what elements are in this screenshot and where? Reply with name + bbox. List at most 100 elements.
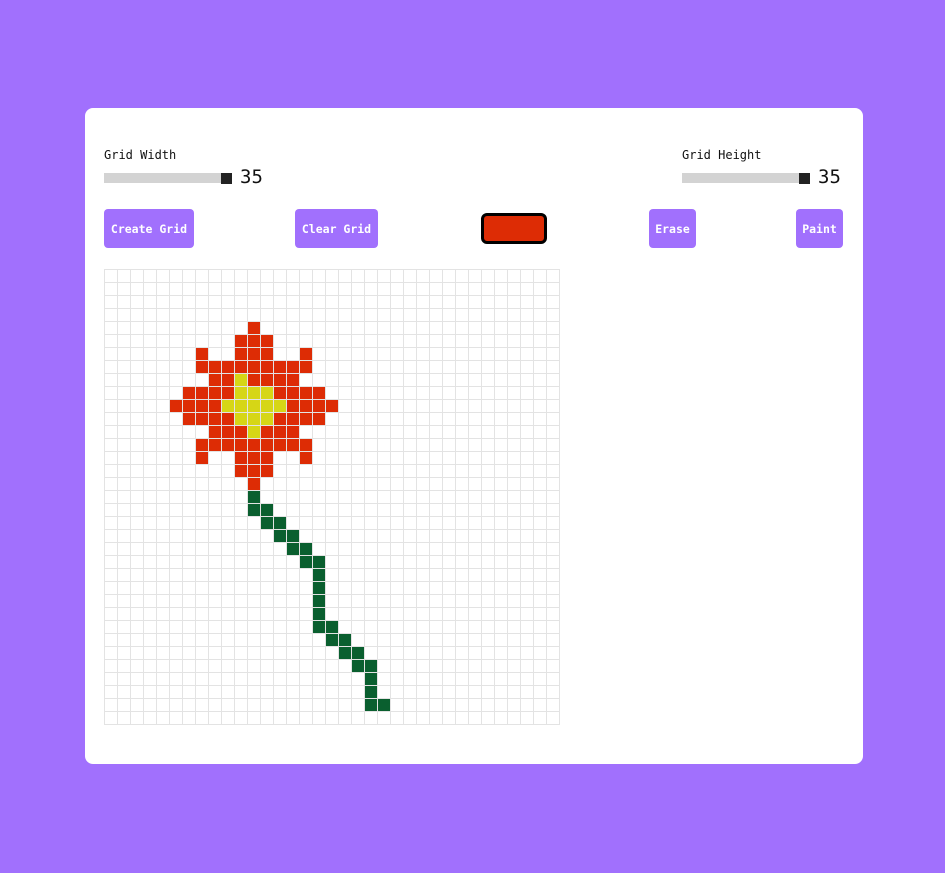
grid-cell[interactable] — [339, 387, 352, 400]
grid-cell[interactable] — [326, 491, 339, 504]
grid-cell[interactable] — [131, 491, 144, 504]
grid-cell[interactable] — [404, 595, 417, 608]
grid-cell[interactable] — [105, 517, 118, 530]
grid-cell[interactable] — [391, 413, 404, 426]
grid-cell[interactable] — [547, 530, 560, 543]
grid-cell[interactable] — [183, 543, 196, 556]
grid-cell[interactable] — [274, 387, 287, 400]
grid-cell[interactable] — [157, 491, 170, 504]
grid-cell[interactable] — [508, 413, 521, 426]
grid-cell[interactable] — [144, 543, 157, 556]
grid-cell[interactable] — [352, 335, 365, 348]
grid-cell[interactable] — [157, 556, 170, 569]
grid-cell[interactable] — [469, 296, 482, 309]
grid-cell[interactable] — [157, 530, 170, 543]
grid-cell[interactable] — [157, 673, 170, 686]
grid-cell[interactable] — [430, 309, 443, 322]
grid-cell[interactable] — [157, 621, 170, 634]
grid-cell[interactable] — [222, 452, 235, 465]
grid-cell[interactable] — [300, 582, 313, 595]
grid-cell[interactable] — [300, 283, 313, 296]
grid-cell[interactable] — [456, 595, 469, 608]
grid-cell[interactable] — [326, 582, 339, 595]
grid-cell[interactable] — [196, 439, 209, 452]
grid-cell[interactable] — [508, 673, 521, 686]
grid-cell[interactable] — [521, 504, 534, 517]
grid-cell[interactable] — [105, 556, 118, 569]
grid-cell[interactable] — [443, 426, 456, 439]
grid-cell[interactable] — [456, 478, 469, 491]
grid-cell[interactable] — [547, 348, 560, 361]
grid-cell[interactable] — [469, 348, 482, 361]
grid-cell[interactable] — [417, 452, 430, 465]
grid-cell[interactable] — [157, 595, 170, 608]
grid-cell[interactable] — [352, 270, 365, 283]
grid-cell[interactable] — [222, 647, 235, 660]
grid-cell[interactable] — [209, 543, 222, 556]
grid-cell[interactable] — [300, 634, 313, 647]
grid-cell[interactable] — [391, 335, 404, 348]
grid-cell[interactable] — [222, 595, 235, 608]
grid-cell[interactable] — [521, 374, 534, 387]
grid-cell[interactable] — [235, 699, 248, 712]
grid-cell[interactable] — [508, 712, 521, 725]
grid-cell[interactable] — [131, 569, 144, 582]
grid-cell[interactable] — [170, 426, 183, 439]
grid-width-slider-thumb[interactable] — [221, 173, 232, 184]
grid-cell[interactable] — [222, 361, 235, 374]
grid-cell[interactable] — [326, 543, 339, 556]
grid-cell[interactable] — [456, 374, 469, 387]
grid-cell[interactable] — [300, 569, 313, 582]
grid-cell[interactable] — [443, 569, 456, 582]
grid-cell[interactable] — [183, 634, 196, 647]
grid-cell[interactable] — [456, 608, 469, 621]
grid-cell[interactable] — [378, 465, 391, 478]
grid-cell[interactable] — [183, 335, 196, 348]
grid-cell[interactable] — [300, 686, 313, 699]
grid-cell[interactable] — [105, 647, 118, 660]
grid-cell[interactable] — [443, 283, 456, 296]
grid-cell[interactable] — [274, 413, 287, 426]
grid-cell[interactable] — [209, 270, 222, 283]
grid-cell[interactable] — [235, 270, 248, 283]
grid-cell[interactable] — [417, 309, 430, 322]
grid-cell[interactable] — [456, 400, 469, 413]
grid-cell[interactable] — [534, 309, 547, 322]
grid-cell[interactable] — [534, 569, 547, 582]
grid-cell[interactable] — [339, 556, 352, 569]
grid-cell[interactable] — [235, 647, 248, 660]
grid-cell[interactable] — [430, 452, 443, 465]
grid-cell[interactable] — [326, 478, 339, 491]
grid-cell[interactable] — [209, 361, 222, 374]
pixel-grid[interactable] — [104, 269, 560, 725]
grid-cell[interactable] — [131, 348, 144, 361]
grid-cell[interactable] — [339, 270, 352, 283]
grid-cell[interactable] — [417, 413, 430, 426]
grid-cell[interactable] — [547, 660, 560, 673]
grid-cell[interactable] — [209, 647, 222, 660]
grid-cell[interactable] — [209, 569, 222, 582]
grid-cell[interactable] — [508, 634, 521, 647]
grid-cell[interactable] — [534, 322, 547, 335]
grid-cell[interactable] — [274, 712, 287, 725]
grid-cell[interactable] — [183, 556, 196, 569]
grid-cell[interactable] — [469, 569, 482, 582]
grid-cell[interactable] — [235, 491, 248, 504]
grid-cell[interactable] — [430, 335, 443, 348]
grid-cell[interactable] — [131, 335, 144, 348]
grid-cell[interactable] — [209, 530, 222, 543]
grid-cell[interactable] — [300, 361, 313, 374]
grid-cell[interactable] — [443, 478, 456, 491]
grid-cell[interactable] — [430, 504, 443, 517]
grid-cell[interactable] — [365, 686, 378, 699]
grid-cell[interactable] — [417, 634, 430, 647]
grid-cell[interactable] — [456, 309, 469, 322]
grid-cell[interactable] — [365, 387, 378, 400]
grid-cell[interactable] — [508, 465, 521, 478]
grid-cell[interactable] — [196, 491, 209, 504]
grid-cell[interactable] — [157, 283, 170, 296]
grid-cell[interactable] — [404, 504, 417, 517]
grid-cell[interactable] — [352, 400, 365, 413]
grid-cell[interactable] — [222, 608, 235, 621]
grid-cell[interactable] — [443, 309, 456, 322]
